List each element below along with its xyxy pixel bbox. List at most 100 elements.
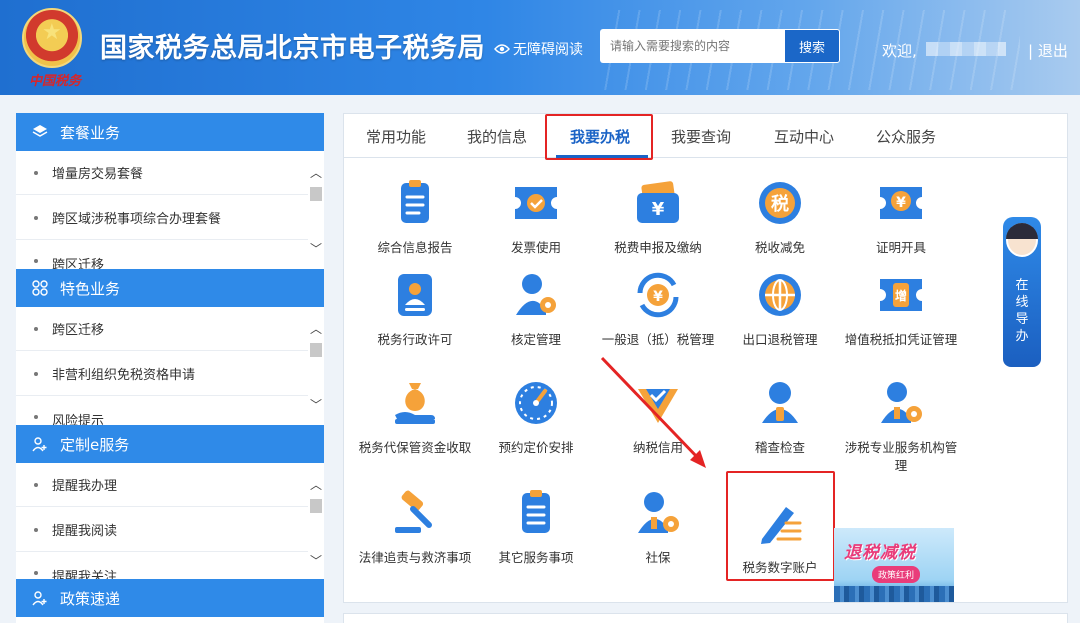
- other-services-icon: [522, 490, 550, 533]
- vat-voucher-icon: 增: [880, 279, 922, 311]
- main-panel: 常用功能 我的信息 我要办税 我要查询 互动中心 公众服务 综合信息报告 发票使…: [343, 113, 1068, 603]
- export-refund-icon: [759, 274, 801, 316]
- search-button[interactable]: 搜索: [784, 29, 840, 63]
- agency-management-icon: [881, 382, 922, 423]
- svg-text:增: 增: [895, 288, 907, 303]
- chevron-down-icon[interactable]: ﹀: [310, 555, 322, 567]
- sidebar-item[interactable]: 风险提示: [16, 406, 308, 426]
- sidebar-section-custom[interactable]: 定制e服务: [16, 425, 324, 463]
- online-guide-widget[interactable]: 在线导办: [1003, 217, 1041, 367]
- sidebar-section-title: 定制e服务: [60, 435, 130, 454]
- sidebar-section-policy[interactable]: 政策速递: [16, 579, 324, 617]
- sidebar-item[interactable]: 跨区迁移: [16, 307, 308, 351]
- sidebar-section-title: 特色业务: [60, 279, 121, 298]
- chevron-down-icon[interactable]: ﹀: [310, 399, 322, 411]
- accessibility-link[interactable]: 无障碍阅读: [494, 39, 583, 59]
- service-custody-fund[interactable]: 税务代保管资金收取: [355, 379, 475, 457]
- tax-relief-banner[interactable]: 退税减税 政策红利: [834, 528, 954, 602]
- chevron-up-icon[interactable]: ︿: [310, 479, 322, 491]
- sidebar-scrollbar[interactable]: ︿ ﹀: [308, 151, 324, 269]
- layers-icon: [32, 125, 48, 137]
- sidebar-item[interactable]: 跨区迁移: [16, 250, 308, 270]
- banner-title: 退税减税: [844, 543, 916, 563]
- service-legal[interactable]: 法律追责与救济事项: [355, 489, 475, 567]
- tab-interaction[interactable]: 互动中心: [774, 126, 834, 147]
- sidebar-section-special[interactable]: 特色业务: [16, 269, 324, 307]
- admin-permit-icon: [398, 274, 432, 316]
- chevron-up-icon[interactable]: ︿: [310, 323, 322, 335]
- lower-panel: [343, 613, 1068, 623]
- social-security-icon: [638, 492, 679, 533]
- grid-icon: [32, 280, 48, 296]
- scroll-thumb[interactable]: [310, 187, 322, 201]
- emblem-star-icon: ★: [42, 20, 62, 45]
- national-emblem-logo: ★: [22, 8, 82, 68]
- service-agency-mgmt[interactable]: 涉税专业服务机构管理: [841, 379, 961, 475]
- accessibility-label: 无障碍阅读: [513, 42, 583, 58]
- emblem-subtitle: 中国税务: [29, 74, 82, 89]
- custody-fund-icon: [395, 383, 435, 424]
- guide-text: 在线导办: [1015, 278, 1029, 344]
- service-certificate[interactable]: ¥ 证明开具: [841, 179, 961, 257]
- svg-text:¥: ¥: [896, 195, 906, 211]
- chevron-down-icon[interactable]: ﹀: [310, 243, 322, 255]
- city-skyline: [834, 586, 954, 602]
- svg-text:税: 税: [771, 193, 789, 215]
- scroll-thumb[interactable]: [310, 499, 322, 513]
- sidebar-item[interactable]: 增量房交易套餐: [16, 151, 308, 195]
- service-verification[interactable]: 核定管理: [476, 271, 596, 349]
- service-vat-voucher[interactable]: 增 增值税抵扣凭证管理: [841, 271, 961, 349]
- sidebar-item[interactable]: 提醒我阅读: [16, 508, 308, 552]
- legal-gavel-icon: [395, 490, 432, 533]
- header: ★ 中国税务 国家税务总局北京市电子税务局 无障碍阅读 搜索 欢迎, | 退出: [0, 0, 1080, 95]
- scroll-thumb[interactable]: [310, 343, 322, 357]
- service-admin-permit[interactable]: 税务行政许可: [355, 271, 475, 349]
- service-inspection[interactable]: 稽查检查: [720, 379, 840, 457]
- sidebar-section-title: 套餐业务: [60, 123, 121, 142]
- eye-icon: [494, 44, 510, 54]
- sidebar-item[interactable]: 非营利组织免税资格申请: [16, 352, 308, 396]
- site-title: 国家税务总局北京市电子税务局: [100, 33, 485, 64]
- sidebar-scrollbar[interactable]: ︿ ﹀: [308, 307, 324, 425]
- service-report[interactable]: 综合信息报告: [355, 179, 475, 257]
- avatar-hair: [1006, 223, 1038, 239]
- tax-relief-icon: 税: [759, 182, 801, 224]
- highlight-box-digital-account: [726, 471, 835, 581]
- sidebar-section-title: 政策速递: [60, 589, 121, 608]
- tab-common[interactable]: 常用功能: [366, 126, 426, 147]
- service-social-security[interactable]: 社保: [598, 489, 718, 567]
- highlight-box-tab: [545, 114, 653, 160]
- tab-bar: 常用功能 我的信息 我要办税 我要查询 互动中心 公众服务: [344, 114, 1067, 158]
- service-other[interactable]: 其它服务事项: [476, 489, 596, 567]
- tab-public-service[interactable]: 公众服务: [876, 126, 936, 147]
- logout-link[interactable]: | 退出: [1028, 40, 1068, 61]
- pricing-arrangement-icon: [515, 382, 557, 424]
- user-plus-icon: [32, 591, 47, 606]
- tab-query[interactable]: 我要查询: [671, 126, 731, 147]
- invoice-icon: [515, 187, 557, 219]
- svg-text:¥: ¥: [653, 289, 663, 305]
- service-export-refund[interactable]: 出口退税管理: [720, 271, 840, 349]
- search-input[interactable]: [600, 29, 784, 63]
- sidebar-section-package[interactable]: 套餐业务: [16, 113, 324, 151]
- svg-text:¥: ¥: [652, 199, 665, 220]
- username-masked: [926, 42, 1006, 56]
- red-arrow-annotation: [600, 356, 706, 468]
- banner-subtitle: 政策红利: [872, 566, 921, 583]
- chevron-up-icon[interactable]: ︿: [310, 167, 322, 179]
- service-tax-refund[interactable]: ¥ 一般退（抵）税管理: [598, 271, 718, 349]
- tab-my-info[interactable]: 我的信息: [467, 126, 527, 147]
- sidebar-scrollbar[interactable]: ︿ ﹀: [308, 463, 324, 581]
- sidebar-item[interactable]: 提醒我办理: [16, 463, 308, 507]
- inspection-icon: [762, 382, 798, 423]
- service-tax-relief[interactable]: 税 税收减免: [720, 179, 840, 257]
- service-pricing[interactable]: 预约定价安排: [476, 379, 596, 457]
- tax-payment-icon: ¥: [637, 181, 679, 223]
- report-icon: [401, 180, 429, 223]
- service-tax-payment[interactable]: ¥ 税费申报及缴纳: [598, 179, 718, 257]
- verification-icon: [516, 274, 556, 315]
- user-plus-icon: [32, 437, 47, 452]
- sidebar-item[interactable]: 跨区域涉税事项综合办理套餐: [16, 196, 308, 240]
- sidebar: 套餐业务 增量房交易套餐 跨区域涉税事项综合办理套餐 跨区迁移 ︿ ﹀ 特色业务…: [16, 113, 324, 623]
- service-invoice[interactable]: 发票使用: [476, 179, 596, 257]
